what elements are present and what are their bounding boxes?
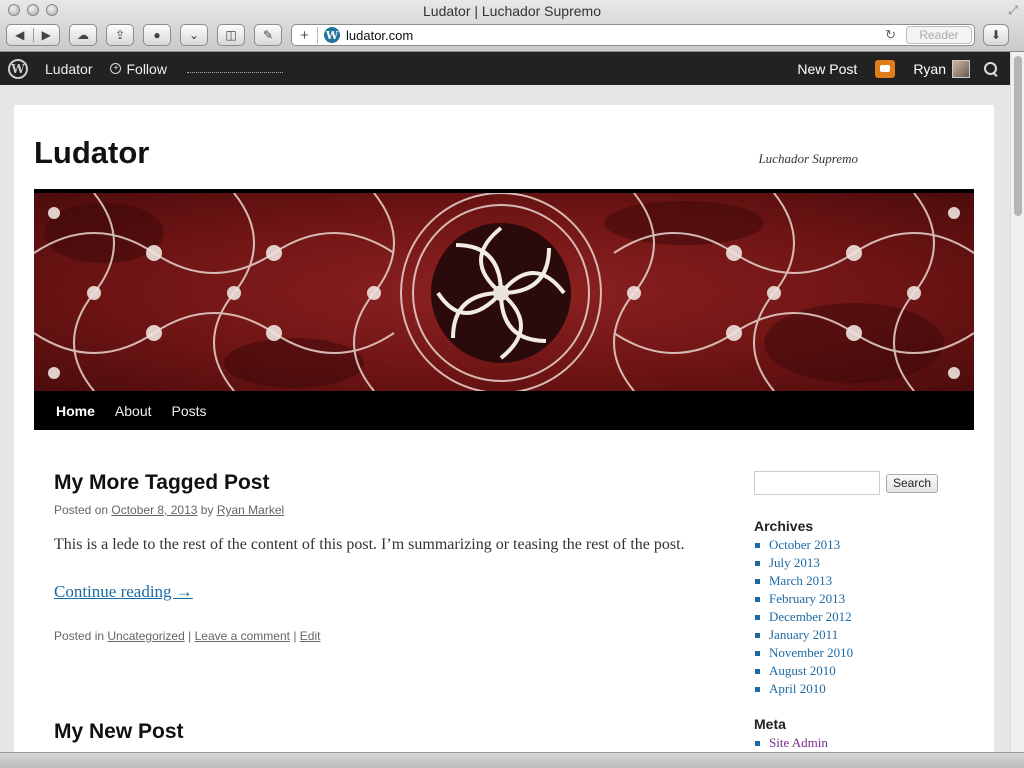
- continue-reading-link[interactable]: Continue reading →: [54, 582, 694, 602]
- search-button[interactable]: Search: [886, 473, 938, 493]
- site-admin-link[interactable]: Site Admin: [754, 734, 954, 752]
- nav-item-home[interactable]: Home: [56, 403, 95, 419]
- archives-title: Archives: [754, 518, 814, 534]
- address-bar[interactable]: + W ludator.com ↻ Reader: [291, 24, 975, 46]
- archive-link[interactable]: July 2013: [754, 554, 954, 572]
- post-footer: Posted in Uncategorized | Leave a commen…: [54, 629, 694, 643]
- notifications-icon[interactable]: [875, 59, 896, 78]
- share-button[interactable]: ⇪: [106, 24, 134, 46]
- sidebar-icon: ◫: [225, 28, 237, 42]
- pocket-button[interactable]: ⌄: [180, 24, 208, 46]
- admin-bar-search-field[interactable]: [186, 65, 283, 73]
- separator: |: [293, 629, 297, 643]
- archive-link[interactable]: October 2013: [754, 536, 954, 554]
- main-navigation: Home About Posts: [34, 391, 974, 430]
- post-meta-by: by: [200, 503, 214, 517]
- nav-item-about[interactable]: About: [115, 403, 152, 419]
- extension-icon: ●: [153, 28, 161, 42]
- window-title: Ludator | Luchador Supremo: [423, 3, 601, 19]
- archive-link[interactable]: November 2010: [754, 644, 954, 662]
- user-menu-name[interactable]: Ryan: [913, 61, 946, 77]
- archive-link[interactable]: August 2010: [754, 662, 954, 680]
- reader-button[interactable]: Reader: [906, 26, 972, 44]
- forward-button[interactable]: ▶: [34, 28, 60, 42]
- icloud-tabs-button[interactable]: ☁: [69, 24, 97, 46]
- fullscreen-icon[interactable]: ⤢: [1008, 3, 1018, 18]
- archive-link[interactable]: March 2013: [754, 572, 954, 590]
- share-icon: ⇪: [114, 28, 126, 42]
- post-title[interactable]: My More Tagged Post: [54, 471, 694, 495]
- reload-icon[interactable]: ↻: [885, 27, 896, 43]
- post-meta: Posted on October 8, 2013 by Ryan Markel: [54, 503, 694, 517]
- site-description: Luchador Supremo: [758, 151, 858, 166]
- search-input[interactable]: [754, 471, 880, 495]
- header-pattern: [34, 193, 974, 391]
- archives-list: October 2013 July 2013 March 2013 Februa…: [754, 536, 954, 698]
- url-field[interactable]: ludator.com: [346, 28, 413, 43]
- archive-link[interactable]: January 2011: [754, 626, 954, 644]
- header-image[interactable]: [34, 189, 974, 391]
- scrollbar-thumb[interactable]: [1014, 56, 1022, 216]
- extension-button[interactable]: ●: [143, 24, 171, 46]
- admin-bar-site-link[interactable]: Ludator: [45, 61, 92, 77]
- wordpress-logo-icon[interactable]: W: [8, 58, 28, 79]
- post-footer-prefix: Posted in: [54, 629, 105, 643]
- avatar[interactable]: [952, 59, 970, 78]
- separator: |: [188, 629, 192, 643]
- browser-toolbar: ◀ ▶ ☁ ⇪ ● ⌄ ◫ ✎ + W ludator.com ↻ Reader…: [6, 23, 1018, 47]
- follow-label: Follow: [126, 60, 167, 77]
- post-author-link[interactable]: Ryan Markel: [217, 503, 284, 517]
- back-button[interactable]: ◀: [7, 28, 34, 42]
- pocket-icon: ⌄: [188, 28, 200, 42]
- search-icon[interactable]: [984, 61, 998, 76]
- admin-bar-right: New Post Ryan: [797, 59, 1010, 78]
- page-content: Ludator Luchador Supremo Home About Post…: [14, 105, 994, 753]
- window-bottom-edge: [0, 752, 1024, 768]
- wordpress-favicon-icon: W: [324, 27, 340, 43]
- post-meta-prefix: Posted on: [54, 503, 109, 517]
- archive-link[interactable]: December 2012: [754, 608, 954, 626]
- site-title[interactable]: Ludator: [34, 135, 149, 171]
- download-icon: ⬇: [990, 28, 1002, 42]
- meta-list: Site Admin: [754, 734, 954, 752]
- back-forward-buttons: ◀ ▶: [6, 24, 60, 46]
- add-bookmark-icon[interactable]: +: [292, 26, 318, 44]
- sidebar-toggle-button[interactable]: ◫: [217, 24, 245, 46]
- admin-bar: W Ludator + Follow New Post Ryan: [0, 52, 1010, 85]
- edit-link[interactable]: Edit: [300, 629, 321, 643]
- page-scrollbar[interactable]: [1010, 52, 1024, 752]
- archive-link[interactable]: February 2013: [754, 590, 954, 608]
- plus-circle-icon: +: [110, 63, 122, 74]
- search-widget: Search: [754, 471, 954, 495]
- cloud-icon: ☁: [77, 28, 89, 42]
- post: My More Tagged Post Posted on October 8,…: [54, 471, 694, 643]
- meta-title: Meta: [754, 716, 786, 732]
- wrench-icon: ✎: [262, 28, 274, 42]
- leave-comment-link[interactable]: Leave a comment: [195, 629, 290, 643]
- tools-button[interactable]: ✎: [254, 24, 282, 46]
- archive-link[interactable]: April 2010: [754, 680, 954, 698]
- category-link[interactable]: Uncategorized: [107, 629, 184, 643]
- sidebar: Search Archives October 2013 July 2013 M…: [754, 471, 954, 752]
- nav-item-posts[interactable]: Posts: [172, 403, 207, 419]
- downloads-button[interactable]: ⬇: [983, 24, 1009, 46]
- next-post-title[interactable]: My New Post: [54, 720, 184, 744]
- browser-chrome: Ludator | Luchador Supremo ⤢ ◀ ▶ ☁ ⇪ ● ⌄…: [0, 0, 1024, 52]
- post-date-link[interactable]: October 8, 2013: [111, 503, 197, 517]
- post-excerpt: This is a lede to the rest of the conten…: [54, 536, 685, 553]
- new-post-link[interactable]: New Post: [797, 61, 857, 77]
- follow-button[interactable]: + Follow: [110, 60, 167, 77]
